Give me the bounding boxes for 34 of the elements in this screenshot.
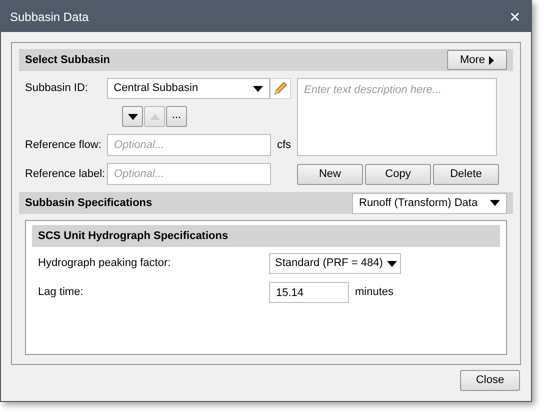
reference-label-field[interactable]: Optional... — [107, 163, 271, 185]
caret-icon — [128, 114, 138, 120]
peaking-factor-dropdown[interactable]: Standard (PRF = 484) — [269, 253, 401, 274]
action-button[interactable]: Delete — [433, 164, 499, 185]
browse-button[interactable]: ... — [166, 106, 187, 127]
caret-icon — [386, 260, 397, 266]
view-dropdown[interactable]: Runoff (Transform) Data — [352, 192, 507, 214]
section-title: Subbasin Specifications — [25, 196, 152, 211]
lag-time-field[interactable]: 15.14 — [269, 282, 349, 303]
play-icon — [489, 56, 494, 64]
subbasin-dropdown[interactable]: Central Subbasin — [106, 78, 270, 99]
edit-button[interactable] — [270, 78, 291, 99]
close-dialog-button[interactable]: Close — [460, 370, 520, 391]
field-label: Reference flow: — [25, 138, 102, 153]
move-down-button[interactable] — [122, 106, 143, 127]
group-title: SCS Unit Hydrograph Specifications — [38, 228, 228, 244]
close-button[interactable]: ✕ — [509, 10, 521, 24]
reference-flow-field[interactable]: Optional... — [106, 134, 271, 156]
action-button[interactable]: Copy — [365, 164, 431, 185]
more-button[interactable]: More — [447, 50, 507, 70]
section-title: Select Subbasin — [25, 52, 110, 68]
field-label: Lag time: — [38, 285, 84, 300]
unit-label: cfs — [276, 138, 292, 153]
unit-label: minutes — [355, 285, 394, 300]
caret-icon — [490, 200, 500, 206]
action-button[interactable]: New — [297, 164, 363, 185]
window-title: Subbasin Data — [10, 8, 89, 26]
description-field[interactable]: Enter text description here... — [297, 78, 497, 156]
caret-icon — [253, 86, 264, 92]
pencil-icon — [273, 81, 288, 96]
field-label: Hydrograph peaking factor: — [38, 256, 172, 272]
caret-icon — [150, 114, 160, 120]
field-label: Reference label: — [25, 166, 106, 182]
field-label: Subbasin ID: — [25, 81, 89, 96]
